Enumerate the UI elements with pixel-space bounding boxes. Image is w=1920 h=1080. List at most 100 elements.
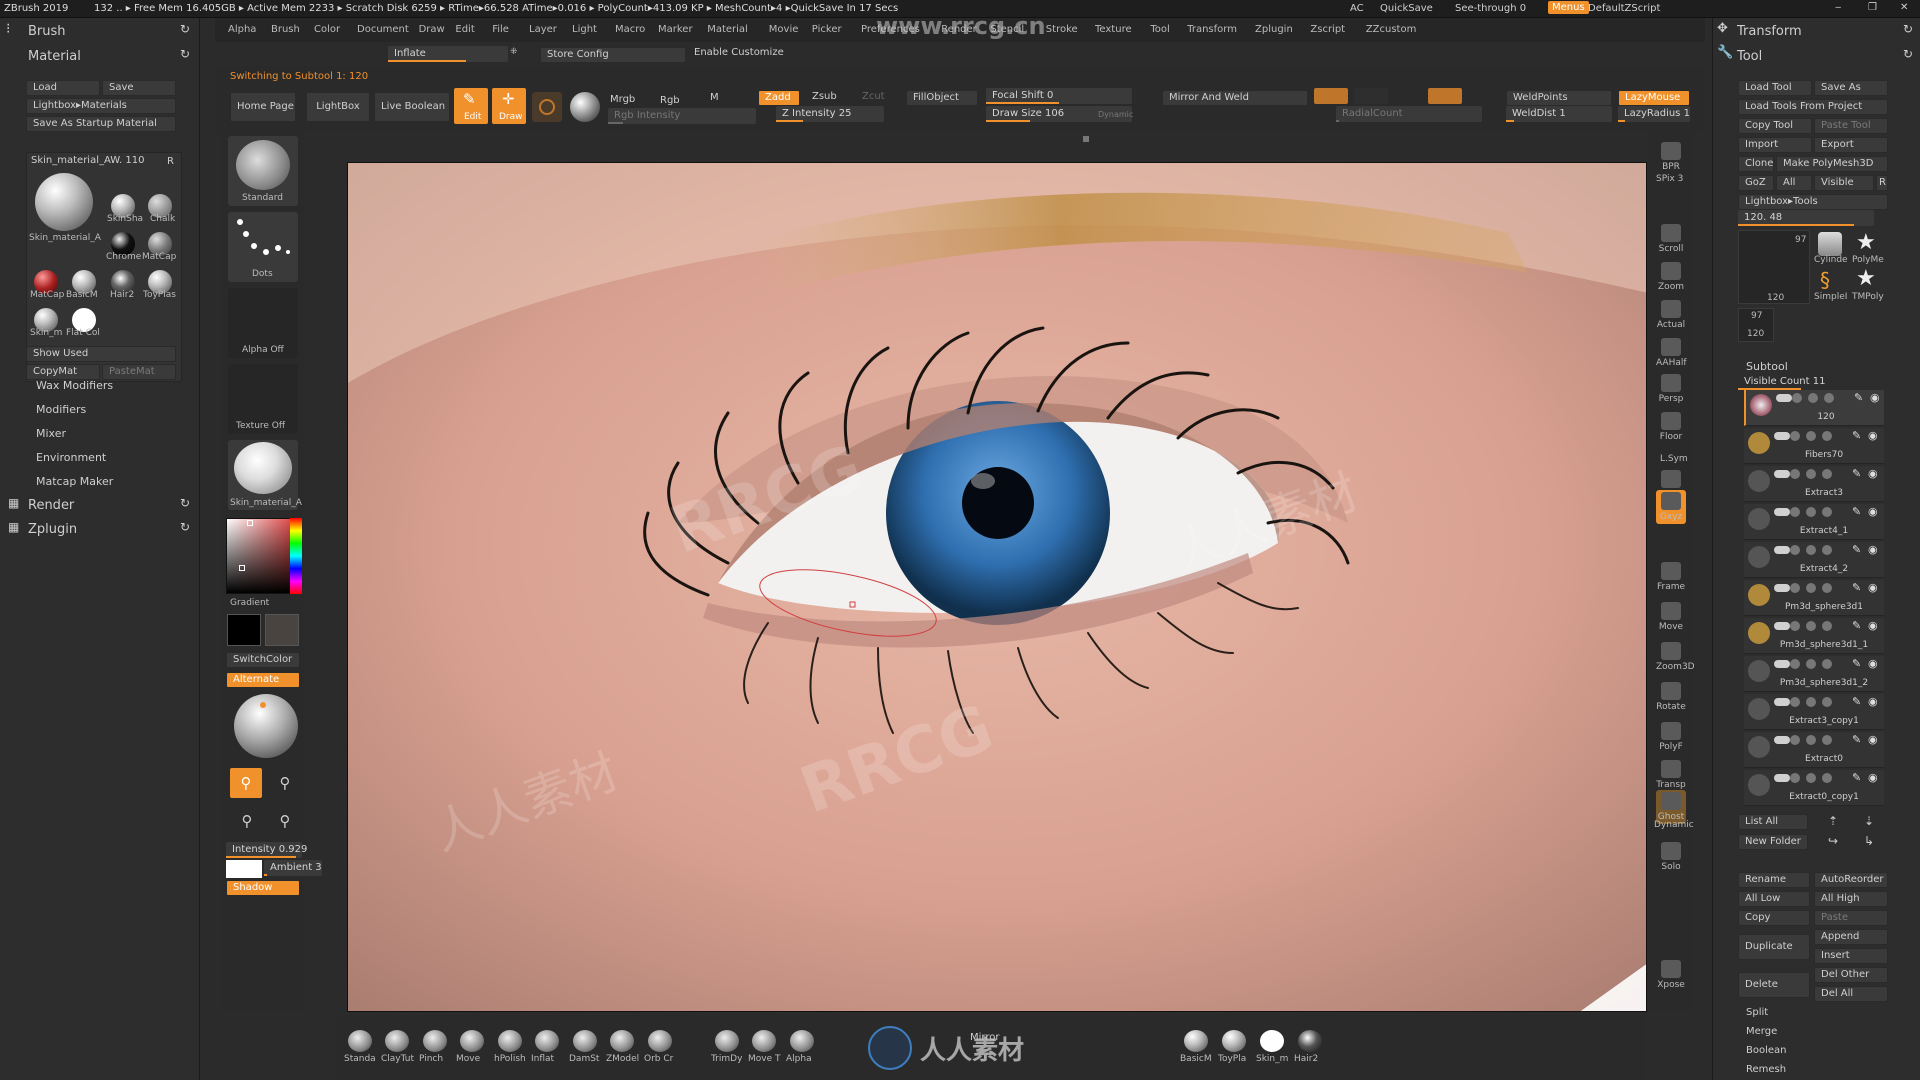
current-material-sphere[interactable] — [35, 173, 93, 231]
draw-mode-button[interactable]: ✛ Draw — [492, 88, 526, 124]
subtool-row[interactable]: ✎ ◉ Pm3d_sphere3d1_1 — [1744, 618, 1884, 654]
rgb-button[interactable]: Rgb — [660, 95, 680, 106]
brush-edit-icon[interactable]: ✎ — [1852, 771, 1861, 784]
brush-edit-icon[interactable]: ✎ — [1852, 543, 1861, 556]
alternate-button[interactable]: Alternate — [226, 672, 300, 688]
load-material-button[interactable]: Load — [26, 80, 100, 96]
folder-icon[interactable]: ↪ — [1828, 834, 1838, 848]
subtool-option-icon[interactable] — [1806, 621, 1816, 631]
menu-item-macro[interactable]: Macro — [615, 24, 645, 35]
refresh-icon[interactable]: ↻ — [180, 47, 190, 61]
live-boolean-button[interactable]: Live Boolean — [374, 92, 450, 122]
subtool-option-icon[interactable] — [1822, 659, 1832, 669]
zsub-button[interactable]: Zsub — [812, 91, 837, 102]
rename-button[interactable]: Rename — [1738, 872, 1810, 888]
subtool-option-icon[interactable] — [1806, 659, 1816, 669]
eye-icon[interactable]: ◉ — [1868, 771, 1878, 784]
switchcolor-button[interactable]: SwitchColor — [226, 652, 300, 668]
radialcount-slider[interactable]: RadialCount — [1336, 106, 1482, 122]
refresh-icon[interactable]: ↻ — [1903, 22, 1913, 36]
enable-customize-button[interactable]: Enable Customize — [694, 47, 784, 58]
subtool-option-icon[interactable] — [1808, 393, 1818, 403]
subtool-row[interactable]: ✎ ◉ Fibers70 — [1744, 428, 1884, 464]
alpha-selector[interactable]: Alpha Off — [228, 288, 298, 358]
weldpoints-button[interactable]: WeldPoints — [1506, 90, 1612, 106]
subtool-visibility-toggle[interactable] — [1774, 660, 1790, 668]
tool-menu-title[interactable]: Tool — [1737, 49, 1762, 64]
menu-item-layer[interactable]: Layer — [529, 24, 557, 35]
refresh-icon[interactable]: ↻ — [180, 22, 190, 36]
subtool-option-icon[interactable] — [1822, 431, 1832, 441]
subtool-option-icon[interactable] — [1806, 431, 1816, 441]
gradient-label[interactable]: Gradient — [230, 598, 269, 608]
lightbox-button[interactable]: LightBox — [306, 92, 370, 122]
polymesh-star-icon[interactable]: ★ — [1856, 230, 1876, 255]
r-button[interactable]: R — [167, 156, 174, 167]
light-bulb-icon[interactable]: ⚲ — [232, 806, 262, 836]
menu-item-texture[interactable]: Texture — [1095, 24, 1132, 35]
mixer-menu[interactable]: Mixer — [36, 427, 66, 440]
zplugin-menu-title[interactable]: Zplugin — [28, 522, 77, 537]
menu-item-brush[interactable]: Brush — [271, 24, 300, 35]
remesh-menu[interactable]: Remesh — [1746, 1064, 1786, 1075]
brush-quick-0-icon[interactable] — [348, 1030, 372, 1052]
secondary-color-swatch[interactable] — [265, 614, 299, 646]
subtool-option-icon[interactable] — [1790, 469, 1800, 479]
actual-button[interactable]: Actual — [1656, 298, 1686, 332]
brush-quick-6-icon[interactable] — [573, 1030, 597, 1052]
color-cursor[interactable] — [247, 520, 253, 526]
lightbox-materials-button[interactable]: Lightbox▸Materials — [26, 98, 176, 114]
subtool-option-icon[interactable] — [1790, 773, 1800, 783]
lazymouse-button[interactable]: LazyMouse — [1618, 90, 1690, 106]
save-as-button[interactable]: Save As — [1814, 80, 1888, 96]
brush-quick-9-icon[interactable] — [715, 1030, 739, 1052]
restore-icon[interactable]: ❐ — [1868, 2, 1877, 13]
del-all-button[interactable]: Del All — [1814, 986, 1888, 1002]
cylinder-tool-icon[interactable] — [1818, 232, 1842, 256]
eye-icon[interactable]: ◉ — [1868, 505, 1878, 518]
goz-button[interactable]: GoZ — [1738, 175, 1774, 191]
current-tool-thumbnail[interactable]: 97 120 — [1738, 230, 1810, 304]
all-high-button[interactable]: All High — [1814, 891, 1888, 907]
bpr-button[interactable]: BPR — [1656, 140, 1686, 174]
dynamic-toggle[interactable]: Dynamic — [1098, 110, 1133, 119]
sym-y-button[interactable] — [1354, 88, 1388, 104]
menu-item-material[interactable]: Material — [707, 24, 748, 35]
copymat-button[interactable]: CopyMat — [26, 364, 100, 380]
subtool-visibility-toggle[interactable] — [1774, 622, 1790, 630]
subtool-option-icon[interactable] — [1790, 431, 1800, 441]
hue-strip[interactable] — [290, 518, 302, 594]
rotate-button[interactable]: Rotate — [1656, 680, 1686, 714]
inflate-slider[interactable]: Inflate — [388, 46, 508, 62]
eye-icon[interactable]: ◉ — [1868, 543, 1878, 556]
arrow-down-icon[interactable]: ⇣ — [1864, 814, 1874, 828]
xyz-icon[interactable]: ⁜ — [510, 47, 518, 57]
subtool-option-icon[interactable] — [1790, 583, 1800, 593]
current-tool-slider[interactable]: 120. 48 — [1738, 210, 1874, 226]
material-menu-title[interactable]: Material — [28, 49, 81, 64]
subtool-option-icon[interactable] — [1790, 621, 1800, 631]
transp-button[interactable]: Transp — [1656, 758, 1686, 792]
export-button[interactable]: Export — [1814, 137, 1888, 153]
eye-icon[interactable]: ◉ — [1868, 733, 1878, 746]
zoom3d-button[interactable]: Zoom3D — [1656, 640, 1695, 674]
home-page-button[interactable]: Home Page — [230, 92, 296, 122]
goz-visible-button[interactable]: Visible — [1814, 175, 1874, 191]
wax-modifiers-menu[interactable]: Wax Modifiers — [36, 379, 113, 392]
aahalf-button[interactable]: AAHalf — [1656, 336, 1687, 370]
zoom-button[interactable]: Zoom — [1656, 260, 1686, 294]
subtool-option-icon[interactable] — [1792, 393, 1802, 403]
menu-item-stroke[interactable]: Stroke — [1046, 24, 1078, 35]
menu-item-edit[interactable]: Edit — [455, 24, 474, 35]
menu-item-tool[interactable]: Tool — [1150, 24, 1169, 35]
subtool-row[interactable]: ✎ ◉ Extract0 — [1744, 732, 1884, 768]
light-position-handle[interactable] — [260, 702, 266, 708]
subtool-option-icon[interactable] — [1822, 507, 1832, 517]
arrow-up-icon[interactable]: ⇡ — [1828, 814, 1838, 828]
light-bulb-icon[interactable]: ⚲ — [270, 806, 300, 836]
brush-drag-icon[interactable]: ⁝ — [6, 21, 10, 37]
menu-item-draw[interactable]: Draw — [419, 24, 445, 35]
scale-mode-button[interactable] — [570, 92, 600, 122]
subtool-option-icon[interactable] — [1790, 735, 1800, 745]
append-button[interactable]: Append — [1814, 929, 1888, 945]
